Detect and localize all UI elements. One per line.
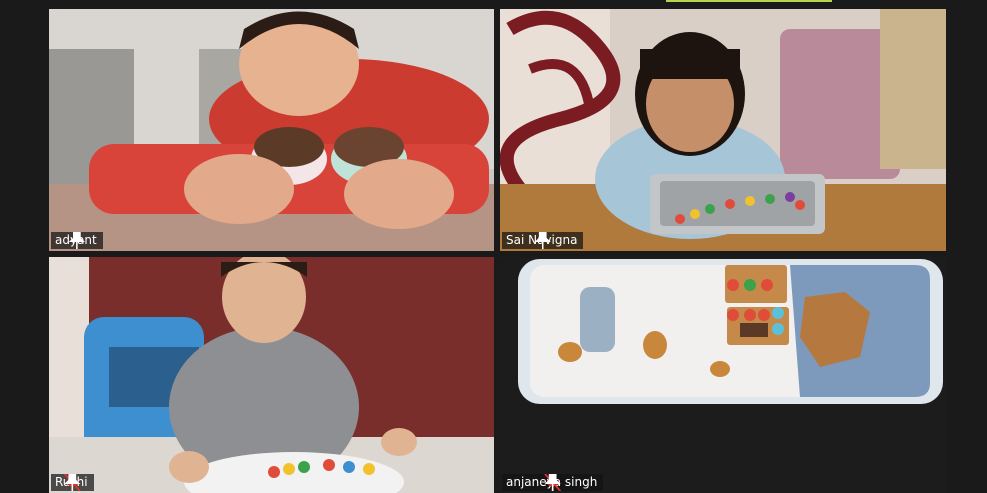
- active-speaker-indicator: [666, 0, 832, 2]
- pin-icon: [64, 474, 81, 491]
- pin-icon: [68, 232, 85, 249]
- top-bar: [0, 0, 987, 8]
- pin-icon: [544, 474, 561, 491]
- video-feed-sai-navigna: [500, 9, 946, 251]
- video-feed-rushi: [49, 257, 494, 493]
- video-tile-adyant[interactable]: adyant: [49, 9, 494, 251]
- pin-icon: [534, 232, 551, 249]
- video-tile-rushi[interactable]: Rushi: [49, 257, 494, 493]
- video-tile-sai-navigna[interactable]: Sai Navigna: [500, 9, 946, 251]
- participant-name-tag: adyant: [51, 232, 103, 249]
- participant-name-tag: Rushi: [51, 474, 94, 491]
- video-feed-adyant: [49, 9, 494, 251]
- video-tile-anjaneya-singh[interactable]: anjaneya singh: [500, 257, 946, 493]
- video-feed-anjaneya-singh: [500, 257, 946, 493]
- participant-name-tag: anjaneya singh: [502, 474, 604, 491]
- participant-name-tag: Sai Navigna: [502, 232, 584, 249]
